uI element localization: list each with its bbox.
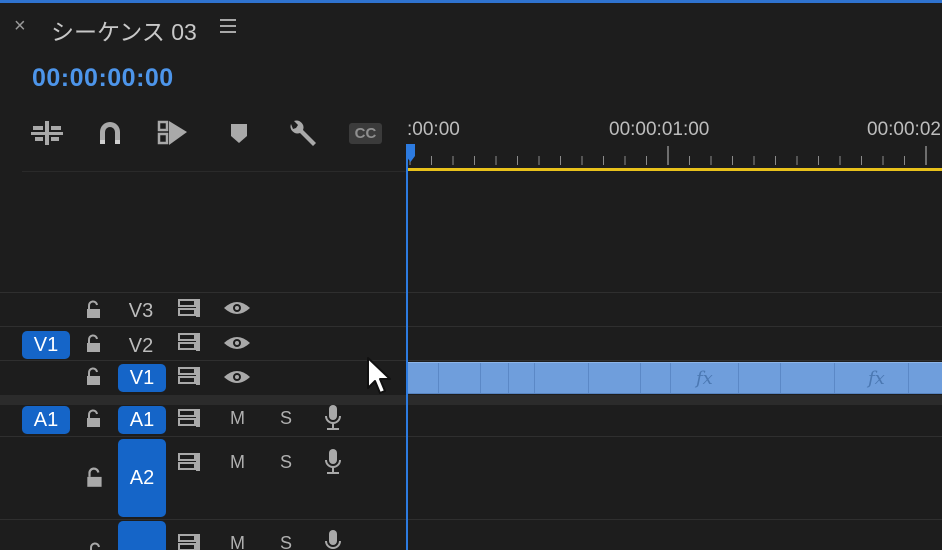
eye-visibility-icon[interactable]: [223, 368, 251, 386]
lock-open-icon[interactable]: [84, 467, 106, 489]
ruler-time-label: 00:00:02: [867, 119, 941, 140]
header-divider: [22, 171, 406, 172]
eye-visibility-icon[interactable]: [223, 334, 251, 352]
track-name-v2[interactable]: V2: [121, 335, 161, 358]
clip-frame-divider: [480, 363, 481, 393]
ruler-time-label: 00:00:01:00: [609, 119, 710, 140]
clip-frame-divider: [508, 363, 509, 393]
source-patch-a1[interactable]: A1: [22, 406, 70, 434]
solo-button[interactable]: S: [280, 533, 292, 550]
sync-lock-icon[interactable]: [178, 452, 202, 472]
mute-button[interactable]: M: [230, 408, 245, 429]
ruler-time-label: :00:00: [407, 119, 460, 140]
clip-frame-divider: [908, 363, 909, 393]
sync-lock-icon[interactable]: [178, 533, 202, 550]
microphone-icon[interactable]: [323, 529, 343, 550]
track-separator: [0, 292, 942, 293]
video-audio-divider[interactable]: [0, 395, 942, 405]
track-separator: [0, 360, 942, 361]
lock-open-icon[interactable]: [84, 334, 104, 354]
sequence-tab-title[interactable]: シーケンス 03: [51, 13, 197, 47]
microphone-icon[interactable]: [323, 448, 343, 476]
lock-open-icon[interactable]: [84, 367, 104, 387]
track-separator: [0, 326, 942, 327]
clip-fx-badge: fx: [696, 368, 713, 389]
mute-button[interactable]: M: [230, 452, 245, 473]
captions-cc-icon[interactable]: CC: [348, 118, 382, 148]
mute-button[interactable]: M: [230, 533, 245, 550]
clip-frame-divider: [534, 363, 535, 393]
clip-fx-badge: fx: [868, 368, 885, 389]
track-name-v3[interactable]: V3: [121, 300, 161, 323]
linked-selection-icon[interactable]: [156, 118, 190, 148]
source-patch-v1[interactable]: V1: [22, 331, 70, 359]
track-target-v1[interactable]: V1: [118, 364, 166, 392]
lock-open-icon[interactable]: [84, 300, 104, 320]
mouse-cursor-icon: [367, 357, 391, 394]
clip-frame-divider: [588, 363, 589, 393]
captions-cc-label: CC: [349, 123, 382, 144]
clip-frame-divider: [438, 363, 439, 393]
insert-nest-icon[interactable]: [30, 118, 64, 148]
work-area-bar[interactable]: [406, 168, 942, 171]
sync-lock-icon[interactable]: [178, 332, 202, 352]
sync-lock-icon[interactable]: [178, 366, 202, 386]
sync-lock-icon[interactable]: [178, 298, 202, 318]
track-target-a1[interactable]: A1: [118, 406, 166, 434]
clip-frame-divider: [670, 363, 671, 393]
clip-frame-divider: [780, 363, 781, 393]
solo-button[interactable]: S: [280, 408, 292, 429]
wrench-settings-icon[interactable]: [285, 118, 319, 148]
clip-frame-divider: [738, 363, 739, 393]
playhead-line[interactable]: [406, 148, 408, 550]
track-separator: [0, 519, 942, 520]
clip-frame-divider: [640, 363, 641, 393]
sync-lock-icon[interactable]: [178, 408, 202, 428]
playhead-handle[interactable]: [404, 144, 417, 164]
clip-frame-divider: [834, 363, 835, 393]
playhead-timecode[interactable]: 00:00:00:00: [32, 64, 174, 93]
hamburger-menu-icon[interactable]: [218, 17, 238, 35]
solo-button[interactable]: S: [280, 452, 292, 473]
track-target-a2[interactable]: A2: [118, 439, 166, 517]
add-marker-icon[interactable]: [222, 118, 256, 148]
close-panel-button[interactable]: ×: [14, 15, 34, 39]
eye-visibility-icon[interactable]: [223, 299, 251, 317]
microphone-icon[interactable]: [323, 404, 343, 432]
lock-open-icon[interactable]: [84, 409, 104, 429]
video-clip[interactable]: fx fx: [408, 362, 942, 394]
lock-open-icon[interactable]: [86, 542, 106, 550]
track-target-a3[interactable]: [118, 521, 166, 550]
track-separator: [0, 436, 942, 437]
snap-magnet-icon[interactable]: [93, 118, 127, 148]
